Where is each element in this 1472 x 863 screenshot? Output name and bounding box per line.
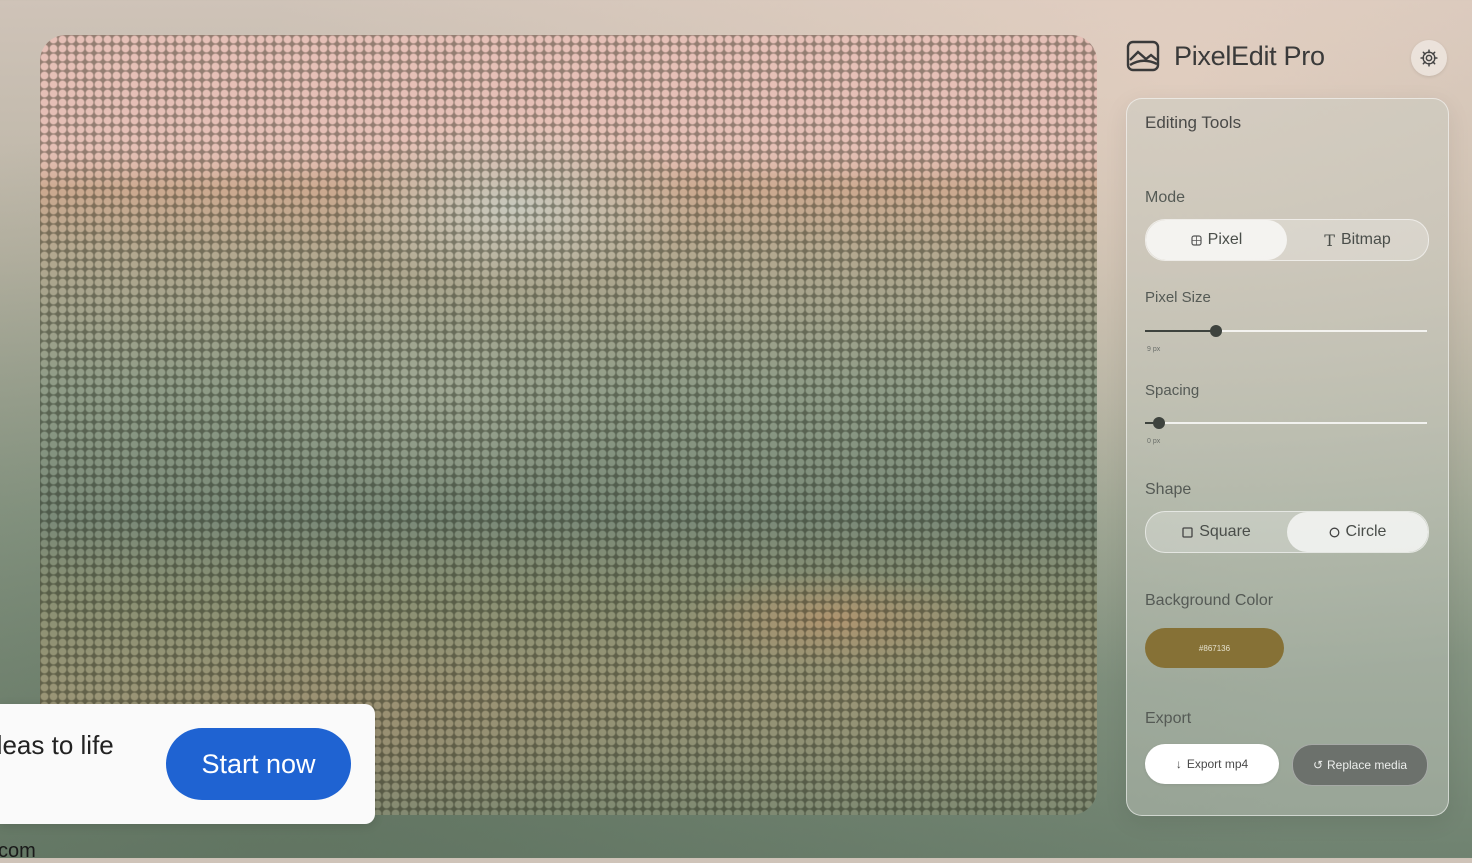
mode-pixel-label: Pixel xyxy=(1207,231,1243,248)
mode-toggle: Pixel T Bitmap xyxy=(1145,219,1429,261)
spacing-value: 0 px xyxy=(1147,438,1161,445)
mode-pixel-button[interactable]: Pixel xyxy=(1146,220,1287,260)
background-color-swatch[interactable]: #867136 xyxy=(1145,628,1284,668)
start-now-button[interactable]: Start now xyxy=(166,728,351,800)
landscape-image-icon xyxy=(1126,40,1160,72)
slider-thumb[interactable] xyxy=(1153,417,1166,429)
pixel-size-slider[interactable] xyxy=(1145,325,1427,337)
shape-label: Shape xyxy=(1145,481,1192,498)
shape-toggle: Square Circle xyxy=(1145,511,1429,553)
export-mp4-label: Export mp4 xyxy=(1186,757,1249,771)
promo-text: deas to life xyxy=(0,730,114,760)
mode-label: Mode xyxy=(1145,189,1186,206)
shape-square-label: Square xyxy=(1199,523,1251,540)
arrow-down-icon: ↓ xyxy=(1175,757,1182,771)
mode-bitmap-label: Bitmap xyxy=(1340,231,1391,248)
shape-circle-label: Circle xyxy=(1345,523,1387,540)
panel-title: Editing Tools xyxy=(1145,113,1242,132)
replace-media-button[interactable]: ↺ Replace media xyxy=(1292,744,1428,786)
pixel-size-label: Pixel Size xyxy=(1145,289,1211,306)
refresh-icon: ↺ xyxy=(1312,758,1323,772)
square-icon xyxy=(1182,526,1193,538)
spacing-slider[interactable] xyxy=(1145,417,1427,429)
export-label: Export xyxy=(1145,710,1192,727)
background-color-value: #867136 xyxy=(1198,643,1231,653)
pixel-grid-icon xyxy=(1191,234,1202,246)
slider-thumb[interactable] xyxy=(1209,325,1222,337)
settings-button[interactable] xyxy=(1411,40,1447,76)
pixel-dot-overlay xyxy=(40,35,1097,815)
shape-square-button[interactable]: Square xyxy=(1146,512,1287,552)
app-title: PixelEdit Pro xyxy=(1174,40,1325,71)
spacing-label: Spacing xyxy=(1145,382,1200,399)
shape-circle-button[interactable]: Circle xyxy=(1287,512,1428,552)
slider-fill xyxy=(1145,330,1216,332)
background-color-label: Background Color xyxy=(1145,592,1274,609)
gear-icon xyxy=(1420,49,1438,67)
replace-media-label: Replace media xyxy=(1327,758,1408,772)
image-canvas[interactable] xyxy=(40,35,1097,815)
slider-track xyxy=(1145,422,1427,424)
mode-bitmap-button[interactable]: T Bitmap xyxy=(1287,220,1428,260)
pixel-size-value: 9 px xyxy=(1147,346,1161,353)
promo-banner: deas to life Start now xyxy=(0,704,375,824)
app-brand: PixelEdit Pro xyxy=(1126,40,1325,72)
editing-tools-panel: Editing Tools Mode Pixel T Bitmap Pixel … xyxy=(1126,98,1449,816)
promo-url[interactable]: l.com xyxy=(0,840,36,863)
circle-icon xyxy=(1329,527,1339,537)
text-t-icon: T xyxy=(1324,230,1335,250)
export-mp4-button[interactable]: ↓ Export mp4 xyxy=(1145,744,1279,784)
